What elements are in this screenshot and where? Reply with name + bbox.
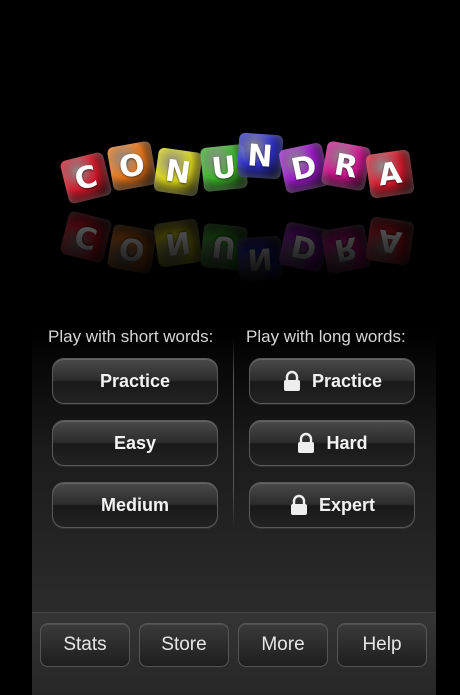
logo-letter-cube: N [153, 147, 203, 197]
logo-letter-cube: C [59, 151, 113, 205]
bottom-toolbar: Stats Store More Help [32, 612, 436, 695]
easy-button[interactable]: Easy [52, 420, 218, 466]
logo-letter-cube-reflection: D [277, 220, 331, 274]
hard-button[interactable]: Hard [249, 420, 415, 466]
logo-letters: CONUNDRA [32, 130, 436, 210]
logo-letter-cube-reflection: A [365, 216, 415, 266]
expert-button[interactable]: Expert [249, 482, 415, 528]
stats-button[interactable]: Stats [40, 623, 130, 667]
logo-letter-cube-reflection: N [153, 218, 203, 268]
lock-icon [289, 494, 309, 516]
logo-letter-cube-reflection: N [236, 235, 284, 283]
expert-label: Expert [318, 494, 376, 515]
short-words-heading: Play with short words: [48, 327, 214, 346]
medium-label: Medium [100, 494, 169, 515]
short-practice-button[interactable]: Practice [52, 358, 218, 404]
more-button[interactable]: More [238, 623, 328, 667]
logo-letter-cube-reflection: R [320, 223, 372, 275]
stats-label: Stats [63, 634, 107, 655]
more-label: More [261, 634, 305, 655]
left-margin [0, 0, 32, 694]
long-practice-label: Practice [311, 370, 383, 391]
logo-reflection: CONUNDRA [32, 205, 436, 285]
help-button[interactable]: Help [337, 623, 427, 667]
logo-letter-cube-reflection: O [106, 223, 158, 275]
logo-letter-cube: R [320, 140, 372, 192]
main-menu-screen: CONUNDRA CONUNDRA Play with short words:… [32, 0, 436, 695]
medium-button[interactable]: Medium [52, 482, 218, 528]
logo-letter-cube: O [106, 140, 158, 192]
column-divider [233, 338, 234, 528]
logo-letter-cube: A [365, 149, 415, 199]
long-practice-button[interactable]: Practice [249, 358, 415, 404]
help-label: Help [362, 634, 402, 655]
conundra-logo: CONUNDRA CONUNDRA [32, 120, 436, 290]
lock-icon [296, 432, 316, 454]
right-margin [436, 0, 460, 694]
lock-icon [282, 370, 302, 392]
logo-letter-cube-reflection: C [59, 210, 113, 264]
long-words-heading: Play with long words: [246, 327, 406, 346]
store-button[interactable]: Store [139, 623, 229, 667]
short-practice-label: Practice [99, 370, 171, 391]
easy-label: Easy [113, 432, 157, 453]
hard-label: Hard [326, 432, 368, 453]
logo-letter-cube: N [236, 132, 284, 180]
store-label: Store [161, 634, 207, 655]
